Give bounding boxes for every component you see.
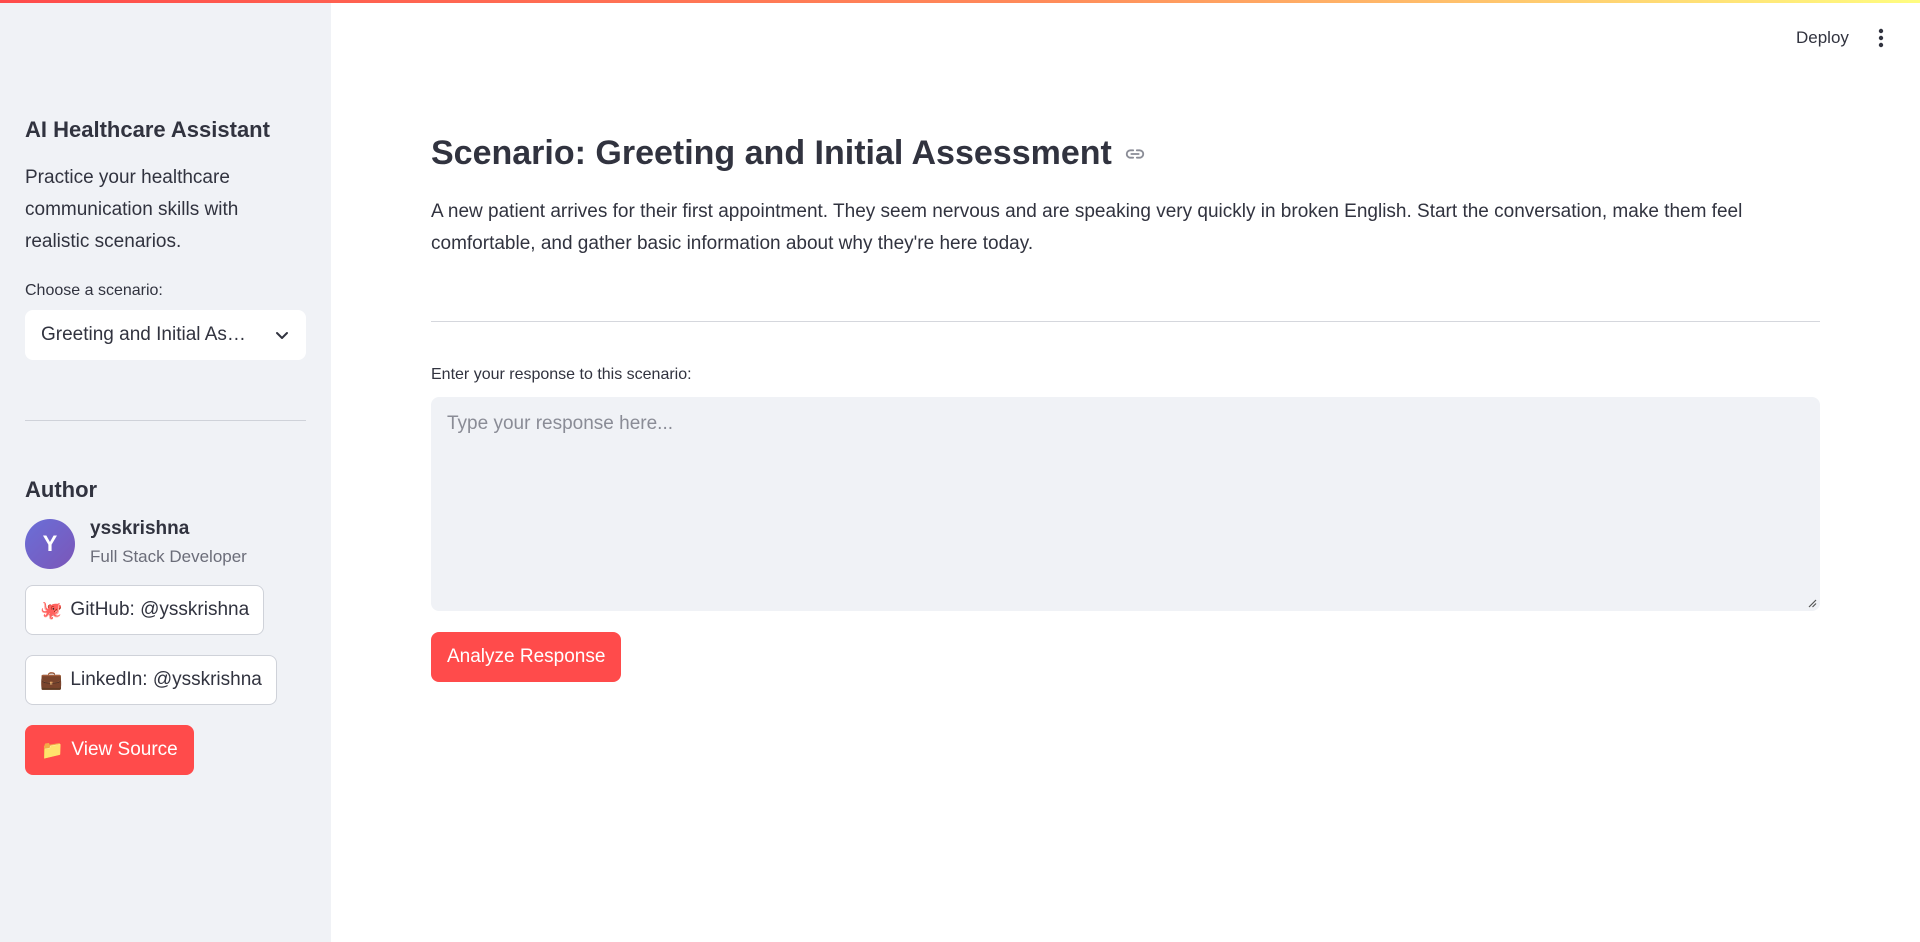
- linkedin-button-label: LinkedIn: @ysskrishna: [70, 669, 262, 690]
- response-label: Enter your response to this scenario:: [431, 366, 692, 383]
- vertical-dots-icon[interactable]: [1872, 26, 1890, 50]
- analyze-response-button[interactable]: Analyze Response: [431, 632, 622, 682]
- sidebar-title: AI Healthcare Assistant: [25, 117, 270, 142]
- scenario-select[interactable]: Greeting and Initial Assessment: [25, 310, 306, 360]
- linkedin-button[interactable]: 💼 LinkedIn: @ysskrishna: [25, 655, 277, 705]
- view-source-button[interactable]: 📁 View Source: [25, 725, 194, 775]
- octopus-icon: 🐙: [40, 599, 63, 621]
- author-heading: Author: [25, 477, 98, 502]
- sidebar-description: Practice your healthcare communication s…: [25, 167, 239, 252]
- response-placeholder: Type your response here...: [447, 413, 674, 434]
- avatar: Y: [25, 519, 75, 569]
- scenario-select-value: Greeting and Initial Assessment: [41, 324, 251, 345]
- main-divider: [431, 321, 1820, 322]
- scenario-title: Scenario: Greeting and Initial Assessmen…: [431, 134, 1146, 173]
- scenario-title-text: Scenario: Greeting and Initial Assessmen…: [431, 134, 1112, 172]
- author-info: ysskrishna Full Stack Developer: [90, 518, 247, 567]
- top-decoration-stripe: [0, 0, 1920, 3]
- github-button[interactable]: 🐙 GitHub: @ysskrishna: [25, 585, 265, 635]
- scenario-select-label: Choose a scenario:: [25, 282, 163, 299]
- author-name: ysskrishna: [90, 518, 190, 539]
- sidebar: AI Healthcare Assistant Practice your he…: [0, 0, 331, 942]
- sidebar-divider: [25, 420, 306, 421]
- author-card: Y ysskrishna Full Stack Developer: [25, 518, 306, 569]
- view-source-button-label: View Source: [71, 739, 178, 760]
- briefcase-icon: 💼: [40, 669, 63, 691]
- deploy-button[interactable]: Deploy: [1796, 28, 1849, 48]
- author-role: Full Stack Developer: [90, 547, 247, 566]
- folder-icon: 📁: [41, 739, 64, 761]
- github-button-label: GitHub: @ysskrishna: [70, 599, 250, 620]
- response-textarea[interactable]: Type your response here...: [431, 397, 1820, 611]
- link-icon[interactable]: [1124, 143, 1146, 165]
- chevron-down-icon: [276, 332, 288, 339]
- resize-handle-icon[interactable]: [1807, 598, 1817, 608]
- scenario-description: A new patient arrives for their first ap…: [431, 201, 1743, 254]
